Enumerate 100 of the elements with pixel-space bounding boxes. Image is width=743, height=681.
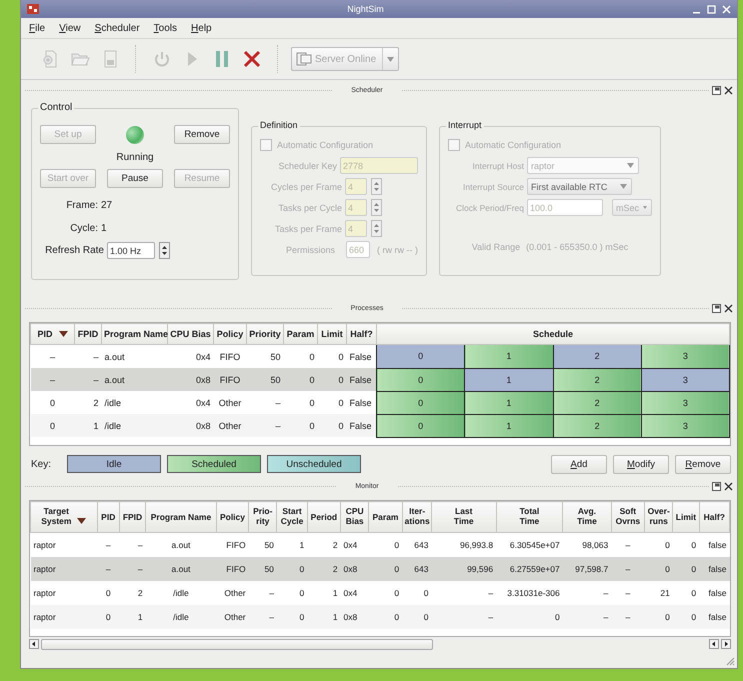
close-icon[interactable] (724, 304, 733, 312)
menu-item[interactable]: View (59, 22, 81, 34)
table-cell: 0 (284, 344, 318, 368)
schedule-cell[interactable]: 0 (376, 414, 465, 437)
menu-item[interactable]: Tools (154, 22, 178, 34)
table-row[interactable]: raptor 0 1 /idle Other – 0 1 0x8 0 0 – 0 – – 0 0 false (30, 605, 730, 629)
spin-arrows-icon[interactable] (159, 242, 170, 259)
scroll-right-icon[interactable] (721, 639, 731, 649)
table-row[interactable]: raptor – – a.out FIFO 50 0 2 0x8 0 643 99,596 6.27559e+07 97,598.7 – 0 0 false (30, 557, 730, 581)
control-button[interactable]: Pause (107, 169, 163, 188)
close-icon[interactable] (724, 482, 733, 490)
table-action-button[interactable]: Remove (675, 454, 731, 474)
float-icon[interactable] (712, 304, 721, 312)
table-cell: 1 (276, 532, 308, 557)
column-header[interactable]: Start Cycle (276, 502, 308, 532)
column-header[interactable]: Param (284, 324, 318, 344)
column-header[interactable]: Total Time (496, 502, 563, 532)
column-header[interactable]: Param (368, 502, 402, 532)
scroll-left-icon[interactable] (709, 639, 719, 649)
table-cell: 0 (30, 391, 74, 414)
schedule-cell[interactable]: 3 (641, 344, 730, 368)
caret-icon (643, 205, 647, 210)
column-header[interactable]: Half? (346, 324, 376, 344)
schedule-cell[interactable]: 0 (376, 391, 465, 414)
column-header[interactable]: Last Time (431, 502, 496, 532)
app-icon (27, 4, 39, 14)
table-row[interactable]: – – a.out 0x4 FIFO 50 0 0 False 0 1 2 3 (30, 344, 730, 368)
menu-item[interactable]: Help (191, 22, 212, 34)
column-header[interactable]: Schedule (376, 324, 730, 344)
table-row[interactable]: raptor 0 2 /idle Other – 0 1 0x4 0 0 – 3.31031e-306 – – 21 0 false (30, 581, 730, 605)
schedule-cell[interactable]: 1 (464, 391, 553, 414)
schedule-cell[interactable]: 0 (376, 344, 465, 368)
field-label: Permissions (285, 244, 336, 254)
menu-item[interactable]: File (29, 22, 46, 34)
column-header[interactable]: Program Name (146, 502, 216, 532)
table-cell: 0 (97, 605, 120, 629)
resize-grip-icon[interactable] (725, 656, 735, 666)
refresh-rate-field[interactable]: 1.00 Hz (107, 242, 155, 259)
close-icon[interactable] (724, 86, 733, 94)
column-header[interactable]: Policy (214, 324, 246, 344)
table-cell: – (246, 414, 284, 437)
scrollbar-thumb[interactable] (41, 638, 433, 650)
table-cell: /idle (102, 414, 168, 437)
table-row[interactable]: raptor – – a.out FIFO 50 1 2 0x4 0 643 96,993.8 6.30545e+07 98,063 – 0 0 false (30, 532, 730, 557)
float-icon[interactable] (712, 86, 721, 94)
schedule-cell[interactable]: 1 (464, 344, 553, 368)
table-cell: – (30, 344, 74, 368)
table-cell: /idle (146, 605, 216, 629)
table-cell: FIFO (214, 368, 246, 391)
table-row[interactable]: – – a.out 0x8 FIFO 50 0 0 False 0 1 2 3 (30, 368, 730, 391)
field-label: Interrupt Host (472, 160, 524, 170)
table-cell: 643 (402, 532, 432, 557)
horizontal-scrollbar[interactable] (29, 638, 731, 650)
column-header[interactable]: Policy (216, 502, 249, 532)
column-header[interactable]: PID (30, 324, 74, 344)
column-header[interactable]: Limit (318, 324, 346, 344)
column-header[interactable]: CPU Bias (168, 324, 214, 344)
table-cell: a.out (146, 532, 216, 557)
table-row[interactable]: 0 2 /idle 0x4 Other – 0 0 False 0 1 2 3 (30, 391, 730, 414)
schedule-cell[interactable]: 1 (464, 368, 553, 391)
schedule-cell[interactable]: 2 (553, 368, 642, 391)
schedule-cell[interactable]: 2 (553, 344, 642, 368)
schedule-cell[interactable]: 3 (641, 391, 730, 414)
column-header[interactable]: PID (97, 502, 120, 532)
column-header[interactable]: Limit (672, 502, 700, 532)
remove-button[interactable]: Remove (174, 125, 230, 144)
table-cell: False (346, 414, 376, 437)
column-header[interactable]: CPU Bias (340, 502, 369, 532)
column-header[interactable]: Period (307, 502, 341, 532)
maximize-icon[interactable] (707, 4, 716, 14)
scroll-left-icon[interactable] (29, 639, 39, 649)
column-header[interactable]: Priority (246, 324, 284, 344)
table-action-button[interactable]: Add (551, 454, 607, 474)
readout-label: Cycle: (69, 223, 98, 234)
schedule-cell[interactable]: 3 (641, 368, 730, 391)
column-header[interactable]: Program Name (102, 324, 168, 344)
column-header[interactable]: Prio- rity (248, 502, 277, 532)
menu-item[interactable]: Scheduler (94, 22, 140, 34)
column-header[interactable]: Over- runs (644, 502, 673, 532)
table-cell: 3.31031e-306 (496, 581, 563, 605)
caret-icon (387, 56, 394, 62)
table-cell: 0 (276, 581, 308, 605)
table-cell: 0x4 (168, 344, 214, 368)
table-action-button[interactable]: Modify (613, 454, 669, 474)
column-header[interactable]: Target System (30, 502, 98, 532)
column-header[interactable]: FPID (74, 324, 102, 344)
column-header[interactable]: Soft Ovrns (611, 502, 645, 532)
column-header[interactable]: Iter- ations (402, 502, 432, 532)
column-header[interactable]: FPID (119, 502, 146, 532)
schedule-cell[interactable]: 3 (641, 414, 730, 437)
column-header[interactable]: Avg. Time (562, 502, 612, 532)
column-header[interactable]: Half? (699, 502, 730, 532)
schedule-cell[interactable]: 1 (464, 414, 553, 437)
table-cell: 0 (496, 605, 563, 629)
float-icon[interactable] (712, 482, 721, 490)
schedule-cell[interactable]: 2 (553, 391, 642, 414)
table-cell: 98,063 (562, 532, 612, 557)
table-row[interactable]: 0 1 /idle 0x8 Other – 0 0 False 0 1 2 3 (30, 414, 730, 437)
schedule-cell[interactable]: 2 (553, 414, 642, 437)
schedule-cell[interactable]: 0 (376, 368, 465, 391)
